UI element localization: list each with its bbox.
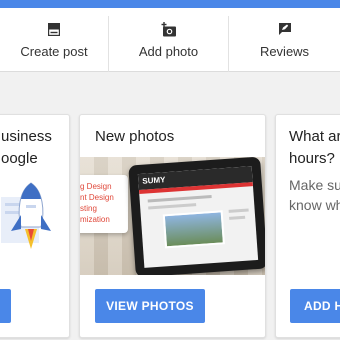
add-photo-button[interactable]: Add photo [109, 8, 228, 72]
site-line [229, 215, 246, 220]
tablet-screen: SUMY [137, 166, 259, 268]
hours-card-title: What are hours? [289, 128, 340, 167]
rocket-illustration [1, 182, 51, 249]
business-card-title: usiness oogle [1, 128, 52, 167]
hours-card: What are hours? Make sur know wh ADD H [275, 114, 340, 338]
site-image [162, 210, 225, 249]
business-card-button[interactable] [0, 289, 11, 323]
post-icon [46, 21, 62, 37]
top-accent-bar [0, 0, 340, 8]
promo-card: g Design nt Design sting mization [80, 175, 128, 233]
reviews-button[interactable]: Reviews [229, 8, 340, 72]
tablet: SUMY [128, 157, 265, 275]
create-post-label: Create post [20, 44, 88, 59]
new-photos-title: New photos [95, 128, 175, 145]
view-photos-button[interactable]: VIEW PHOTOS [95, 289, 205, 323]
site-line [148, 203, 197, 210]
add-hours-button[interactable]: ADD H [290, 289, 340, 323]
new-photos-card: New photos g Design nt Design sting miza… [79, 114, 266, 338]
business-card: usiness oogle [0, 114, 70, 338]
hours-card-text: Make sur know wh [289, 177, 340, 213]
add-photo-icon [161, 21, 177, 37]
photo-thumbnail[interactable]: g Design nt Design sting mization SUMY [80, 157, 265, 275]
create-post-button[interactable]: Create post [0, 8, 108, 72]
reviews-label: Reviews [259, 44, 310, 59]
reviews-icon [277, 21, 293, 37]
promo-card-text: g Design nt Design sting mization [80, 182, 114, 224]
site-line [228, 208, 249, 213]
add-photo-label: Add photo [138, 44, 199, 59]
site-line [147, 195, 212, 203]
quick-actions-bar: Create post Add photo Reviews [0, 8, 340, 72]
